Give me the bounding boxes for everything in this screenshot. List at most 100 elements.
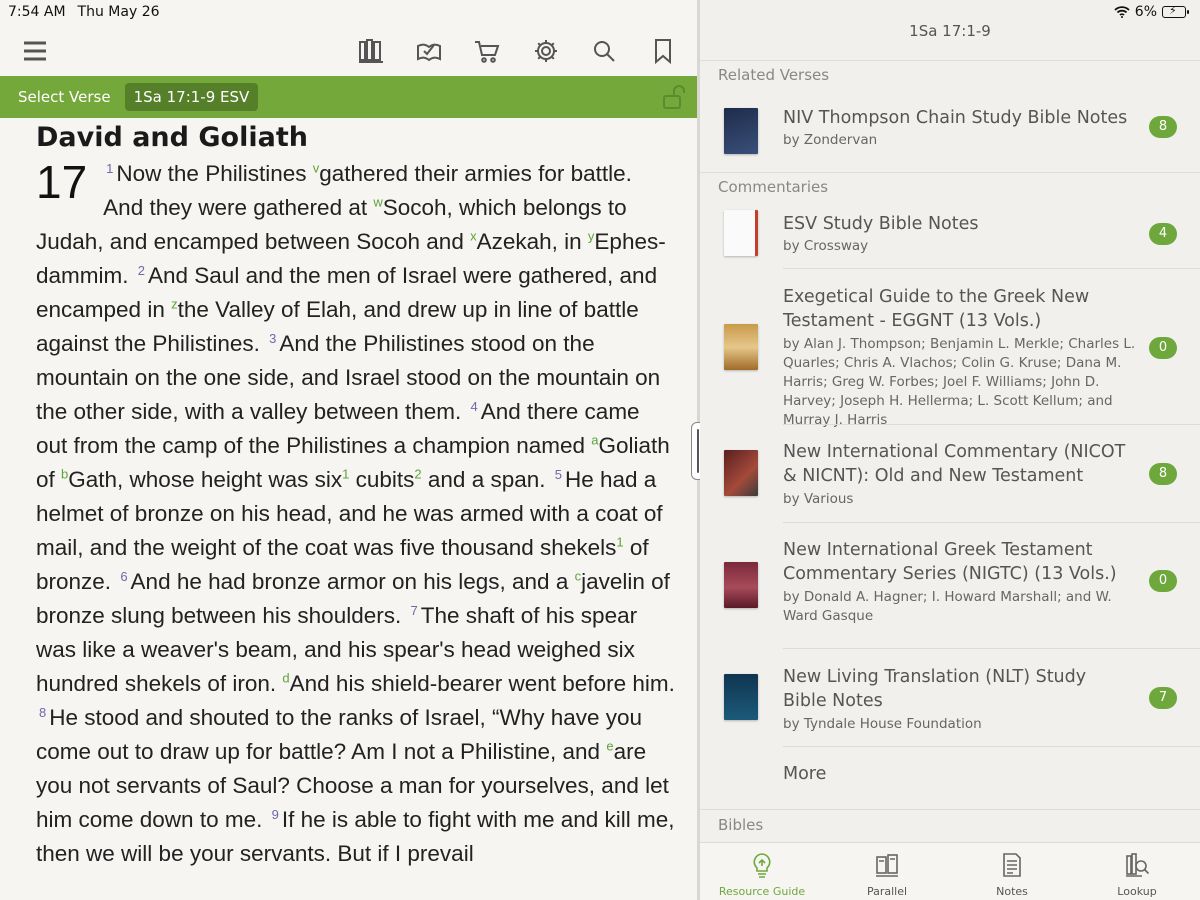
resource-guide-title: 1Sa 17:1-9 [909,22,991,40]
status-time: 7:54 AM [8,4,66,20]
verse-text: Now the Philistines [116,161,313,186]
count-badge: 8 [1149,463,1177,485]
books-icon [876,854,898,877]
bottom-tab-bar: Resource Guide Parallel Notes Lookup [700,842,1200,900]
verse-text: He stood and shouted to the ranks of Isr… [36,705,643,764]
lightbulb-icon [753,853,771,878]
divider [783,268,1200,269]
verse-text: Azekah, in [476,229,588,254]
resource-item-nlt-study[interactable]: New Living Translation (NLT) Study Bible… [700,652,1200,746]
bookmark-icon[interactable] [648,36,678,66]
verse-number[interactable]: 6 [120,569,127,584]
cross-reference-marker[interactable]: w [373,195,382,210]
divider [700,60,1200,61]
resource-author: by Various [783,491,854,507]
reference-chip[interactable]: 1Sa 17:1-9 ESV [124,83,259,111]
more-button[interactable]: More [783,764,826,784]
library-icon[interactable] [356,36,386,66]
divider [700,172,1200,173]
footnote-marker[interactable]: 2 [414,467,421,482]
divider [783,522,1200,523]
verse-text: and a span. [421,467,552,492]
resource-item-nigtc[interactable]: New International Greek Testament Commen… [700,526,1200,648]
resource-item-eggnt[interactable]: Exegetical Guide to the Greek New Testam… [700,272,1200,428]
cross-reference-marker[interactable]: a [591,433,598,448]
tab-label: Lookup [1117,885,1157,898]
resource-title: NIV Thompson Chain Study Bible Notes [783,108,1128,128]
wifi-icon [1114,6,1130,18]
book-cover-icon [724,324,758,370]
select-verse-button[interactable]: Select Verse [18,88,111,106]
passage-content: David and Goliath 17 1 Now the Philistine… [36,122,676,871]
book-cover-icon [724,674,758,720]
count-badge: 0 [1149,337,1177,359]
verse-number[interactable]: 2 [138,263,145,278]
book-cover-icon [724,210,758,256]
resource-guide-pane: 6% ⚡ 1Sa 17:1-9 Related Verses NIV Thomp… [700,0,1200,900]
resource-title: Exegetical Guide to the Greek New Testam… [783,287,1090,331]
notes-icon [1003,853,1021,877]
tab-label: Parallel [866,885,908,898]
tab-parallel[interactable]: Parallel [842,851,932,898]
verse-selection-bar: Select Verse 1Sa 17:1-9 ESV [0,76,698,118]
passage-text: 17 1 Now the Philistines vgathered their … [36,157,676,871]
battery-percent: 6% [1134,4,1157,20]
verse-text: Gath, whose height was six [68,467,343,492]
verse-number[interactable]: 9 [272,807,279,822]
tab-label: Resource Guide [718,885,806,898]
count-badge: 8 [1149,116,1177,138]
book-cover-icon [724,562,758,608]
gear-icon[interactable] [531,36,561,66]
divider [783,424,1200,425]
unlock-icon[interactable] [660,84,686,110]
bible-reader-pane: 7:54 AM Thu May 26 Select Verse 1Sa 17:1… [0,0,698,900]
book-cover-icon [724,108,758,154]
cross-reference-marker[interactable]: e [606,739,613,754]
count-badge: 4 [1149,223,1177,245]
divider [783,648,1200,649]
resource-author: by Zondervan [783,132,878,148]
verse-number[interactable]: 3 [269,331,276,346]
reading-plan-icon[interactable] [414,36,444,66]
tab-resource-guide[interactable]: Resource Guide [717,851,807,898]
resource-item-esv-study[interactable]: ESV Study Bible Notes by Crossway 4 [700,202,1200,268]
tab-lookup[interactable]: Lookup [1092,851,1182,898]
resource-title: New Living Translation (NLT) Study Bible… [783,667,1087,711]
verse-number[interactable]: 8 [39,705,46,720]
resource-author: by Donald A. Hagner; I. Howard Marshall;… [783,589,1112,624]
divider [783,746,1200,747]
resource-author: by Crossway [783,238,869,254]
resource-author: by Tyndale House Foundation [783,716,982,732]
section-related-verses: Related Verses [718,66,830,84]
section-bibles: Bibles [718,816,764,834]
book-cover-icon [724,450,758,496]
tab-label: Notes [996,885,1028,898]
verse-number[interactable]: 1 [106,161,113,176]
resource-title: New International Greek Testament Commen… [783,540,1117,584]
search-icon[interactable] [589,36,619,66]
verse-text: cubits [349,467,415,492]
resource-item-niv-thompson[interactable]: NIV Thompson Chain Study Bible Notes by … [700,92,1200,168]
menu-icon[interactable] [20,36,50,66]
tab-notes[interactable]: Notes [967,851,1057,898]
count-badge: 0 [1149,570,1177,592]
resource-title: New International Commentary (NICOT & NI… [783,442,1126,486]
passage-heading: David and Goliath [36,122,308,153]
verse-number[interactable]: 5 [555,467,562,482]
divider [700,809,1200,810]
resource-item-nicot-nicnt[interactable]: New International Commentary (NICOT & NI… [700,428,1200,522]
verse-number[interactable]: 7 [410,603,417,618]
status-date: Thu May 26 [77,4,160,20]
lookup-icon [1126,853,1150,877]
app-root: 7:54 AM Thu May 26 Select Verse 1Sa 17:1… [0,0,1200,900]
status-bar-right: 6% ⚡ [1114,4,1189,20]
footnote-marker[interactable]: 1 [616,535,623,550]
verse-text: And his shield-bearer went before him. [289,671,675,696]
cart-icon[interactable] [472,36,502,66]
reader-toolbar [0,30,698,74]
resource-author: by Alan J. Thompson; Benjamin L. Merkle;… [783,336,1136,428]
battery-icon: ⚡ [1162,4,1189,18]
verse-number[interactable]: 4 [471,399,478,414]
cross-reference-marker[interactable]: d [282,671,289,686]
verse-text: And he had bronze armor on his legs, and… [130,569,575,594]
